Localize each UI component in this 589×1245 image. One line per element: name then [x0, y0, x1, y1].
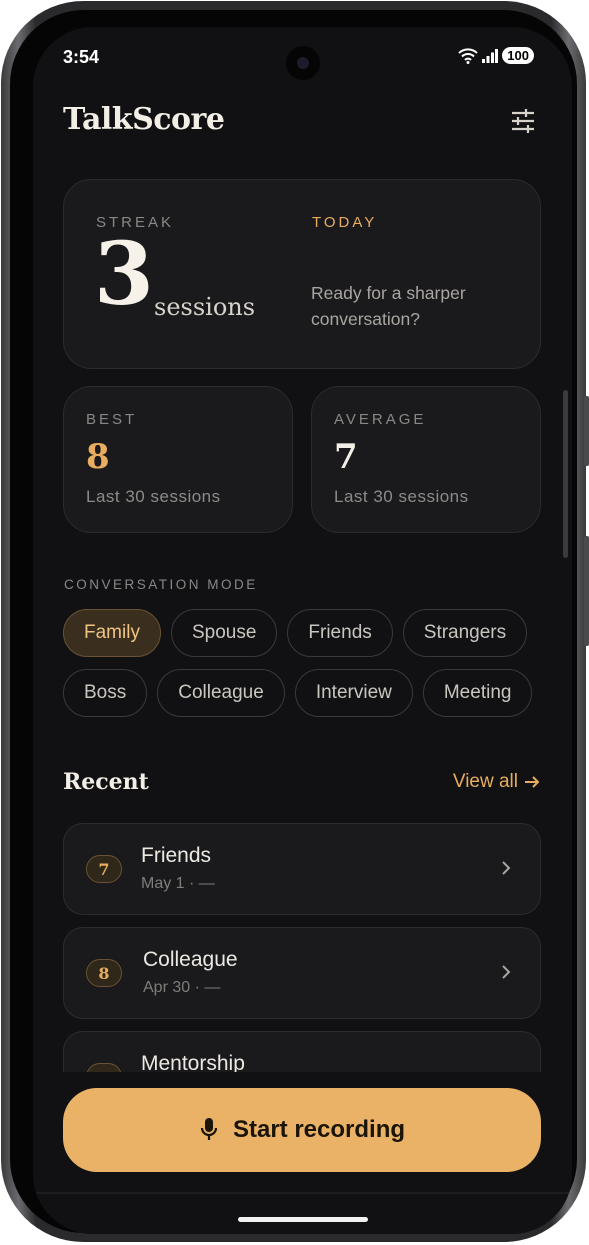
mode-chip-interview[interactable]: Interview — [294, 669, 413, 717]
recent-title: Recent — [63, 769, 149, 795]
mode-chip-friends[interactable]: Friends — [287, 609, 393, 657]
session-item[interactable]: 7 Friends May 1 · — — [63, 823, 541, 915]
home-indicator[interactable] — [238, 1217, 368, 1222]
arrow-right-icon — [525, 776, 540, 788]
average-value: 7 — [334, 437, 358, 477]
average-label: AVERAGE — [334, 411, 427, 428]
session-item[interactable]: 8 Colleague Apr 30 · — — [63, 927, 541, 1019]
streak-value: 3 — [94, 224, 154, 325]
conversation-mode-label: CONVERSATION MODE — [64, 577, 258, 592]
best-value: 8 — [86, 437, 110, 477]
scrollbar[interactable] — [563, 390, 568, 558]
wifi-icon — [458, 47, 478, 64]
session-meta: Apr 30 · — — [143, 979, 221, 996]
front-camera — [286, 46, 320, 80]
mode-chip-row-2: Boss Colleague Interview Meeting — [63, 669, 533, 717]
today-label: TODAY — [312, 214, 378, 231]
view-all-label: View all — [452, 771, 518, 792]
mode-chip-row-1: Family Spouse Friends Strangers — [63, 609, 528, 657]
start-recording-button[interactable]: Start recording — [63, 1088, 541, 1172]
sliders-icon — [512, 109, 534, 133]
streak-unit: sessions — [154, 293, 256, 321]
best-label: BEST — [86, 411, 138, 428]
today-message: Ready for a sharper conversation? — [311, 283, 466, 329]
chevron-right-icon — [502, 861, 511, 875]
status-time: 3:54 — [63, 47, 100, 67]
screen: 3:54 100 TalkScore STREAK 3 sessions TOD… — [33, 27, 572, 1234]
score-badge: 7 — [86, 855, 122, 883]
volume-button — [584, 396, 589, 466]
score-badge: 8 — [86, 959, 122, 987]
gesture-nav-area — [33, 1192, 572, 1234]
app-title: TalkScore — [63, 102, 225, 137]
best-card: BEST 8 Last 30 sessions — [63, 386, 293, 533]
chevron-right-icon — [502, 965, 511, 979]
average-card: AVERAGE 7 Last 30 sessions — [311, 386, 541, 533]
best-caption: Last 30 sessions — [86, 487, 221, 506]
filter-settings-button[interactable] — [509, 107, 537, 135]
start-recording-label: Start recording — [232, 1116, 406, 1143]
session-name: Friends — [141, 844, 212, 867]
battery-indicator: 100 — [502, 47, 534, 64]
phone-frame: 3:54 100 TalkScore STREAK 3 sessions TOD… — [1, 1, 589, 1242]
microphone-icon — [200, 1118, 218, 1140]
session-name: Colleague — [143, 948, 238, 971]
mode-chip-spouse[interactable]: Spouse — [170, 609, 278, 657]
power-button — [584, 536, 589, 646]
mode-chip-colleague[interactable]: Colleague — [157, 669, 285, 717]
signal-icon — [482, 48, 499, 63]
status-icons: 100 — [458, 47, 534, 64]
mode-chip-meeting[interactable]: Meeting — [422, 669, 533, 717]
view-all-link[interactable]: View all — [453, 771, 540, 793]
session-meta: May 1 · — — [141, 875, 215, 892]
streak-card: STREAK 3 sessions TODAY Ready for a shar… — [63, 179, 541, 369]
mode-chip-strangers[interactable]: Strangers — [402, 609, 528, 657]
mode-chip-family[interactable]: Family — [63, 609, 161, 657]
mode-chip-boss[interactable]: Boss — [63, 669, 148, 717]
chip-scroll-fade — [542, 602, 572, 722]
bezel: 3:54 100 TalkScore STREAK 3 sessions TOD… — [10, 10, 577, 1234]
average-caption: Last 30 sessions — [334, 487, 469, 506]
